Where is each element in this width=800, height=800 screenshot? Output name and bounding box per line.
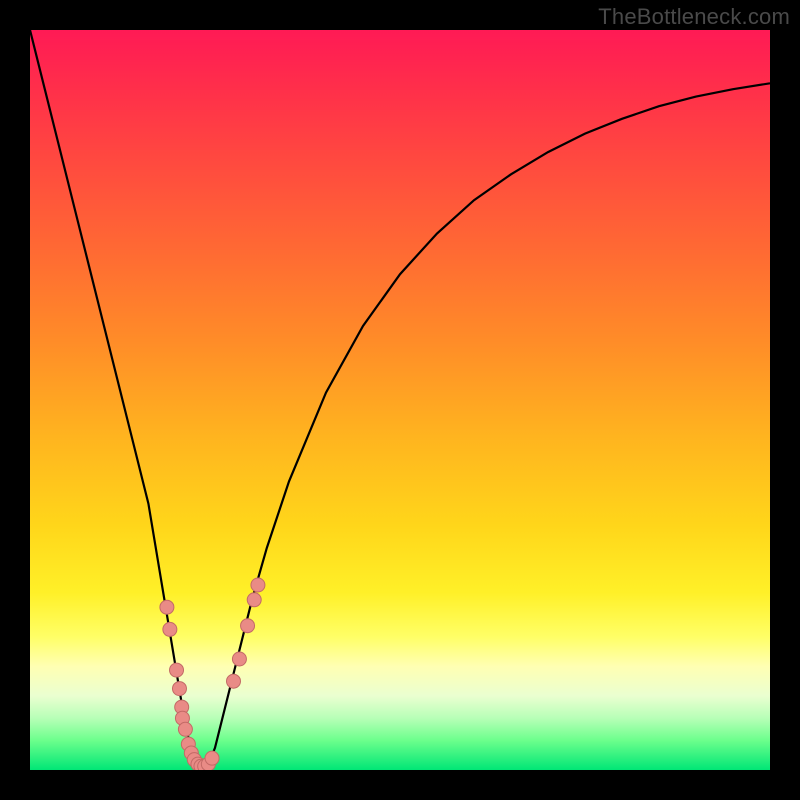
watermark-text: TheBottleneck.com <box>598 4 790 30</box>
plot-area <box>30 30 770 770</box>
performance-curve <box>30 30 770 766</box>
data-point <box>241 619 255 633</box>
data-point <box>178 722 192 736</box>
data-point <box>172 682 186 696</box>
data-point <box>170 663 184 677</box>
data-point <box>205 751 219 765</box>
data-point <box>163 622 177 636</box>
data-point <box>227 674 241 688</box>
chart-svg <box>30 30 770 770</box>
chart-frame: TheBottleneck.com <box>0 0 800 800</box>
data-point <box>247 593 261 607</box>
data-point <box>160 600 174 614</box>
data-point <box>251 578 265 592</box>
data-point <box>232 652 246 666</box>
